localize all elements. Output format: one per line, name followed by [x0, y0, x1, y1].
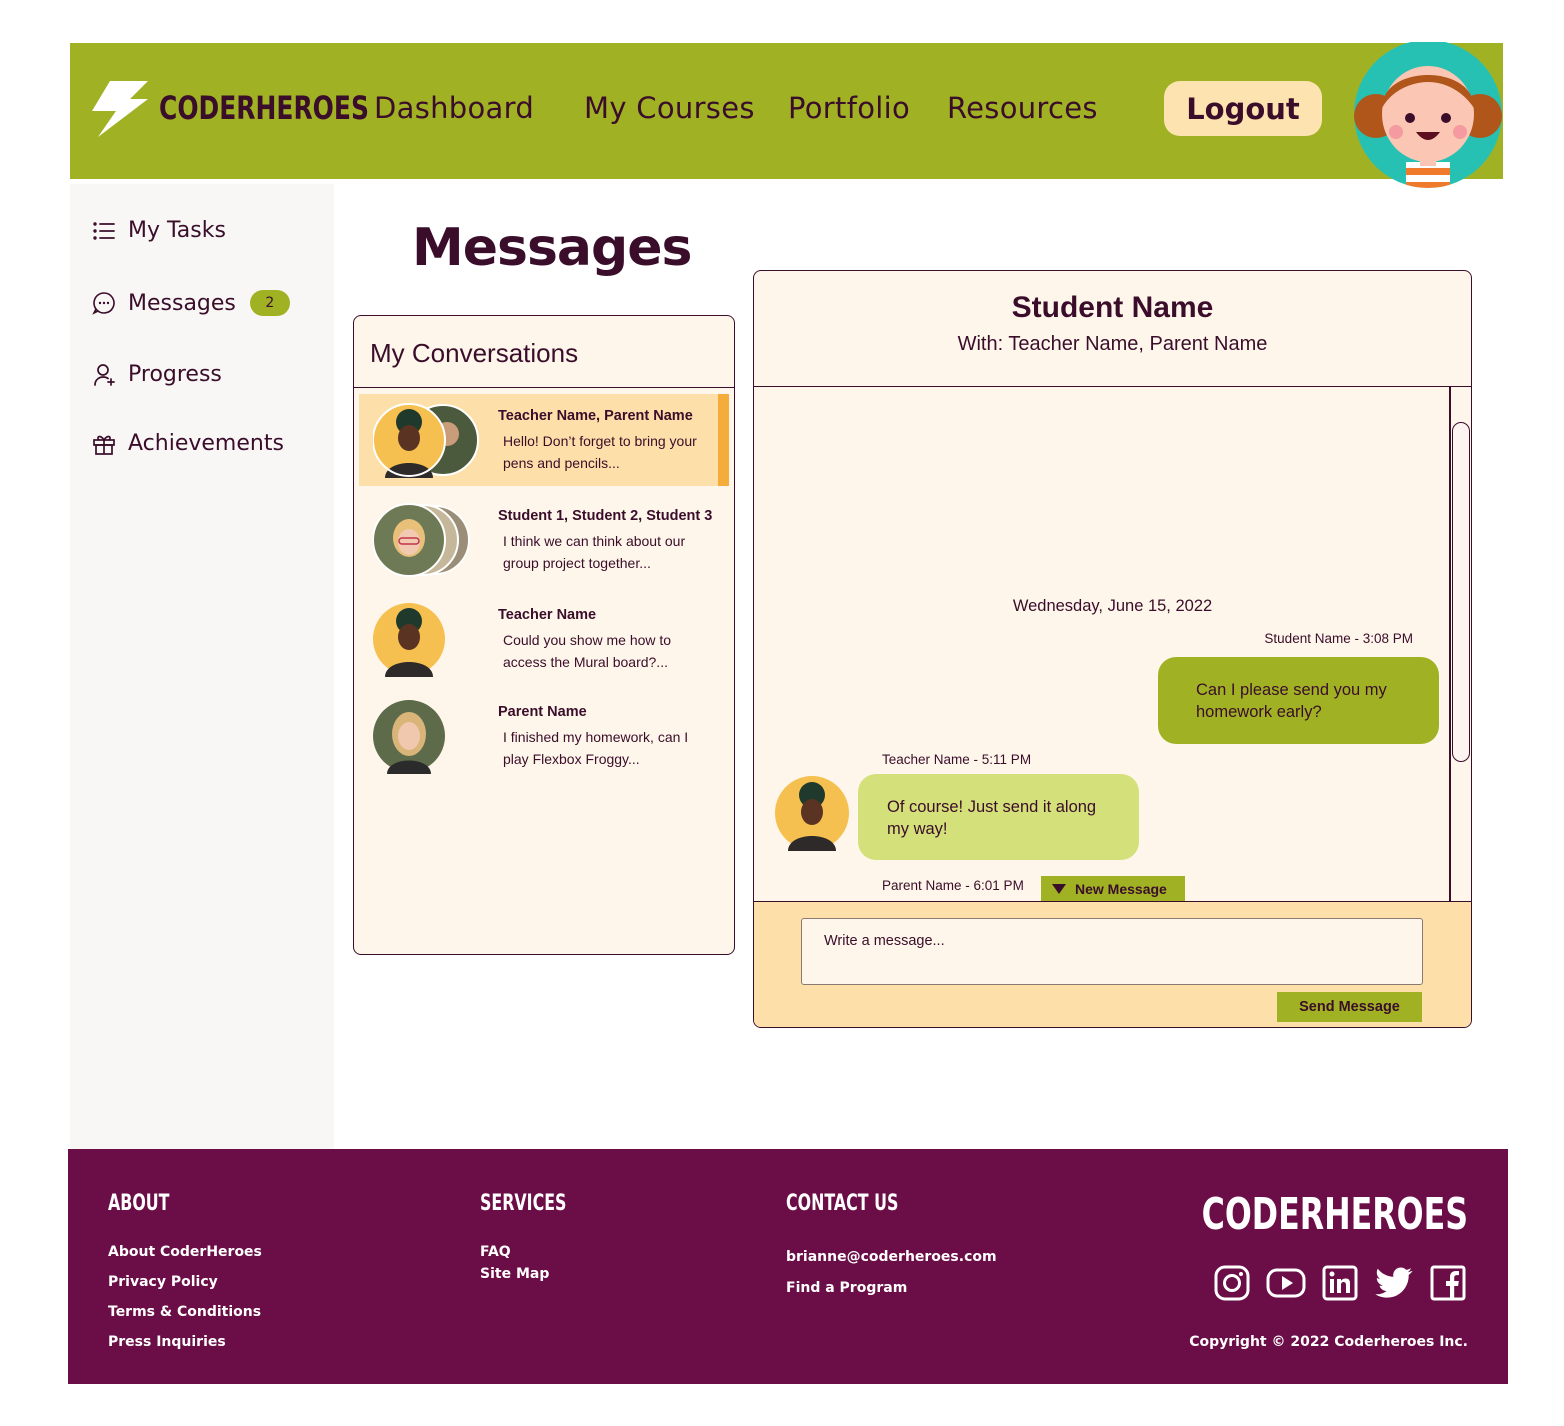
gift-icon	[93, 435, 115, 455]
conversation-preview: Hello! Don’t forget to bring your pens a…	[503, 433, 697, 471]
footer-link[interactable]: FAQ	[480, 1244, 511, 1260]
footer-email-link[interactable]: brianne@coderheroes.com	[786, 1249, 997, 1265]
conversation-name: Teacher Name	[498, 607, 597, 623]
message-input[interactable]	[801, 918, 1423, 985]
footer-link[interactable]: Press Inquiries	[108, 1334, 226, 1350]
conversation-item[interactable]: Teacher Name, Parent Name Hello! Don’t f…	[359, 394, 729, 486]
user-avatar[interactable]	[1352, 40, 1504, 192]
caret-down-icon	[1052, 883, 1066, 894]
conversation-name: Student 1, Student 2, Student 3	[498, 508, 713, 524]
sidebar-item-achievements[interactable]: Achievements	[92, 431, 284, 456]
footer-link[interactable]: Privacy Policy	[108, 1274, 218, 1290]
message-meta: Parent Name - 6:01 PM	[882, 878, 1024, 893]
footer: ABOUT About CoderHeroes Privacy Policy T…	[68, 1149, 1508, 1384]
conversation-preview: I think we can think about our group pro…	[503, 533, 686, 571]
message-meta: Teacher Name - 5:11 PM	[882, 752, 1032, 767]
sidebar-item-progress[interactable]: Progress	[92, 362, 222, 387]
twitter-icon[interactable]	[1374, 1265, 1414, 1301]
compose-area: Send Message	[754, 901, 1471, 1027]
conversation-item[interactable]: Teacher Name Could you show me how to ac…	[359, 593, 729, 685]
lightning-bolt-logo-icon[interactable]	[90, 79, 150, 139]
group-avatar	[373, 403, 479, 478]
incoming-message-bubble: Of course! Just send it along my way!	[858, 774, 1139, 860]
sidebar-item-messages[interactable]: Messages 2	[92, 290, 290, 316]
conversation-name: Teacher Name, Parent Name	[498, 408, 693, 424]
unread-count-badge: 2	[249, 290, 290, 316]
sidebar-item-label: My Tasks	[128, 218, 226, 243]
linkedin-icon[interactable]	[1322, 1265, 1358, 1301]
sidebar-item-my-tasks[interactable]: My Tasks	[92, 218, 226, 243]
date-separator: Wednesday, June 15, 2022	[1012, 597, 1213, 615]
conversation-preview: I finished my homework, can I play Flexb…	[503, 729, 689, 767]
chat-panel: Student Name With: Teacher Name, Parent …	[753, 270, 1472, 1028]
sidebar: My Tasks Messages 2 Progress Achievement…	[70, 184, 334, 1149]
footer-link[interactable]: Find a Program	[786, 1280, 907, 1296]
outgoing-message-bubble: Can I please send you my homework early?	[1158, 657, 1439, 744]
copyright-text: Copyright © 2022 Coderheroes Inc.	[1189, 1334, 1468, 1350]
conversations-panel: My Conversations Teacher Name, Parent Na…	[353, 315, 735, 955]
sidebar-item-label: Messages	[128, 290, 236, 316]
parent-avatar	[373, 700, 445, 774]
footer-link[interactable]: Site Map	[480, 1266, 549, 1282]
nav-portfolio[interactable]: Portfolio	[788, 91, 910, 125]
nav-dashboard[interactable]: Dashboard	[374, 91, 534, 125]
page-title: Messages	[412, 218, 692, 278]
logout-button[interactable]: Logout	[1164, 81, 1322, 136]
footer-link[interactable]: About CoderHeroes	[108, 1244, 262, 1260]
sidebar-item-label: Progress	[128, 362, 222, 387]
youtube-icon[interactable]	[1266, 1265, 1306, 1301]
send-message-button[interactable]: Send Message	[1277, 992, 1422, 1022]
brand-logo-text[interactable]: CODERHEROES	[159, 89, 369, 127]
group-avatar	[373, 503, 470, 577]
footer-link[interactable]: Terms & Conditions	[108, 1304, 261, 1320]
message-meta: Student Name - 3:08 PM	[1264, 631, 1413, 646]
list-icon	[93, 221, 115, 240]
message-thread[interactable]: Wednesday, June 15, 2022 Student Name - …	[754, 387, 1471, 901]
instagram-icon[interactable]	[1214, 1265, 1250, 1301]
user-plus-icon	[94, 363, 115, 386]
footer-services-heading: SERVICES	[480, 1191, 567, 1216]
conversation-item[interactable]: Student 1, Student 2, Student 3 I think …	[359, 494, 729, 586]
conversations-heading: My Conversations	[354, 316, 734, 388]
footer-brand-logo[interactable]: CODERHEROES	[1202, 1189, 1468, 1240]
chat-title: Student Name	[1011, 291, 1214, 324]
teacher-avatar	[373, 603, 445, 677]
sidebar-item-label: Achievements	[128, 431, 284, 456]
conversation-preview: Could you show me how to access the Mura…	[503, 632, 672, 670]
conversation-item[interactable]: Parent Name I finished my homework, can …	[359, 690, 729, 782]
footer-contact-heading: CONTACT US	[786, 1191, 899, 1216]
teacher-avatar	[775, 776, 849, 851]
chat-participants: With: Teacher Name, Parent Name	[957, 333, 1268, 355]
chat-header: Student Name With: Teacher Name, Parent …	[754, 271, 1471, 387]
scrollbar-track[interactable]	[1449, 387, 1451, 901]
nav-resources[interactable]: Resources	[947, 91, 1098, 125]
top-nav-bar: CODERHEROES Dashboard My Courses Portfol…	[70, 43, 1503, 179]
conversation-name: Parent Name	[498, 704, 587, 720]
chat-icon	[92, 292, 115, 315]
new-message-button[interactable]: New Message	[1041, 876, 1185, 901]
footer-about-heading: ABOUT	[108, 1191, 170, 1216]
facebook-icon[interactable]	[1430, 1265, 1466, 1301]
nav-my-courses[interactable]: My Courses	[584, 91, 755, 125]
scrollbar-thumb[interactable]	[1452, 422, 1470, 762]
new-message-label: New Message	[1075, 880, 1167, 897]
